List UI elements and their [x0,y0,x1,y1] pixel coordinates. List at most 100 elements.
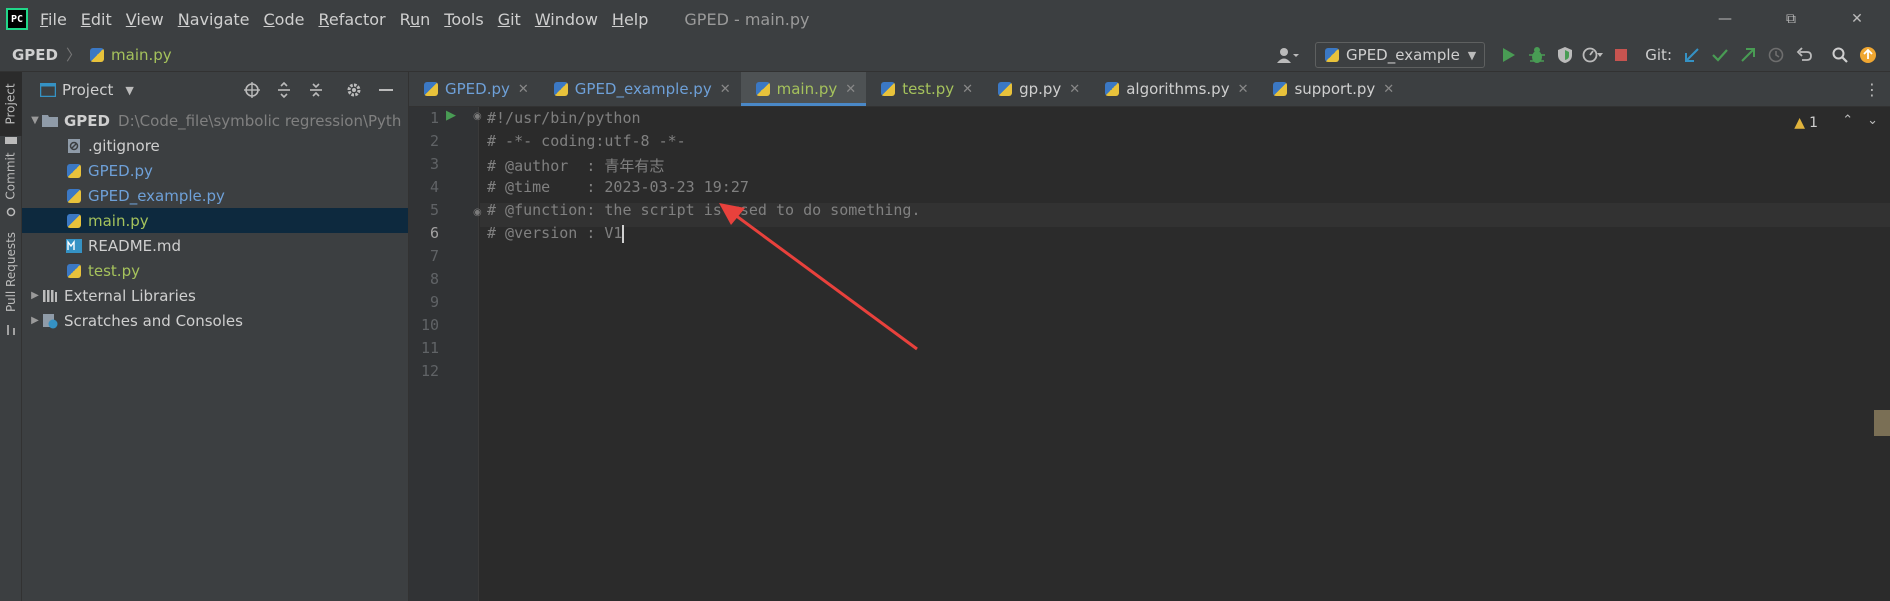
menu-label: dit [90,9,112,29]
editor-tab[interactable]: gp.py ✕ [983,72,1090,106]
window-title: GPED - main.py [684,9,810,29]
menu-label: efactor [328,9,386,29]
menu-item[interactable]: Navigate [178,10,250,29]
left-tool-strip: Project Commit Pull Requests [0,72,22,601]
editor-tab-label: algorithms.py [1126,80,1230,98]
tree-file-item[interactable]: main.py [22,208,408,233]
menu-mnemonic: W [534,9,551,29]
close-tab-icon[interactable]: ✕ [962,82,973,97]
editor-tab[interactable]: support.py ✕ [1258,72,1404,106]
ignore-file-icon [66,138,82,154]
menu-item[interactable]: Refactor [318,10,385,29]
python-file-icon [880,81,896,97]
tree-file-label: GPED.py [88,161,153,180]
toolbar-right: GPED_example ▼ Git: [1271,38,1890,72]
close-tab-icon[interactable]: ✕ [720,82,731,97]
menu-item[interactable]: Help [612,10,648,29]
chevron-right-icon[interactable]: ▶ [28,315,42,326]
tree-file-item[interactable]: .gitignore [22,133,408,158]
editor-tab-label: test.py [902,80,955,98]
minimize-icon[interactable]: — [1692,0,1758,38]
chevron-down-icon[interactable]: ▼ [125,84,133,97]
rollback-icon[interactable] [1790,41,1818,69]
history-clock-icon[interactable] [1762,41,1790,69]
locate-crosshair-icon[interactable] [236,76,268,104]
python-config-icon [1324,47,1340,63]
close-tab-icon[interactable]: ✕ [1069,82,1080,97]
debug-bug-icon[interactable] [1523,41,1551,69]
editor-tab[interactable]: GPED_example.py ✕ [539,72,741,106]
folder-icon [42,113,58,129]
window-controls: — ⧉ ✕ [1692,0,1890,38]
editor-tab-label: gp.py [1019,80,1062,98]
chevron-right-icon[interactable]: ▶ [28,290,42,301]
close-tab-icon[interactable]: ✕ [1238,82,1249,97]
menu-mnemonic: N [177,9,190,29]
close-tab-icon[interactable]: ✕ [845,82,856,97]
tree-scratches-consoles[interactable]: ▶ Scratches and Consoles [22,308,408,333]
git-commit-check-icon[interactable] [1706,41,1734,69]
project-panel-title[interactable]: Project [62,81,113,99]
tree-external-libraries[interactable]: ▶ External Libraries [22,283,408,308]
commit-node-icon [0,206,22,218]
menu-mnemonic: H [611,9,624,29]
editor-tab[interactable]: main.py ✕ [740,72,867,106]
run-icon[interactable] [1495,41,1523,69]
restore-icon[interactable]: ⧉ [1758,0,1824,38]
breadcrumb-root[interactable]: GPED [12,46,58,64]
close-tab-icon[interactable]: ✕ [518,82,529,97]
more-tabs-icon[interactable]: ⋮ [1864,72,1880,107]
tree-file-label: .gitignore [88,136,160,155]
ide-update-icon[interactable] [1854,41,1882,69]
git-update-arrow-icon[interactable] [1678,41,1706,69]
menu-item[interactable]: Code [264,10,305,29]
editor-tab-label: GPED.py [445,80,510,98]
run-configuration-select[interactable]: GPED_example ▼ [1315,42,1486,68]
editor-tab[interactable]: test.py ✕ [866,72,983,106]
tree-file-item[interactable]: test.py [22,258,408,283]
hide-panel-icon[interactable] [370,76,402,104]
tree-file-label: GPED_example.py [88,186,225,205]
menu-item[interactable]: Git [498,10,521,29]
tree-file-item[interactable]: GPED.py [22,158,408,183]
python-file-icon [1272,81,1288,97]
menu-list: File Edit View Navigate Code Refactor Run Tools… [40,10,662,29]
coverage-shield-icon[interactable] [1551,41,1579,69]
menu-item[interactable]: View [126,10,164,29]
tool-tab-pull-requests[interactable]: Pull Requests [0,222,22,322]
git-push-arrow-icon[interactable] [1734,41,1762,69]
expand-all-icon[interactable] [268,76,300,104]
menu-label: indow [550,9,598,29]
breadcrumb-file[interactable]: main.py [89,46,172,64]
python-file-icon [1104,81,1120,97]
tree-file-item[interactable]: GPED_example.py [22,183,408,208]
run-configuration-label: GPED_example [1346,46,1460,64]
editor-tab[interactable]: GPED.py ✕ [409,72,539,106]
close-window-icon[interactable]: ✕ [1824,0,1890,38]
menu-item[interactable]: Window [535,10,598,29]
close-tab-icon[interactable]: ✕ [1383,82,1394,97]
tool-tab-commit[interactable]: Commit [0,148,22,204]
annotation-arrow [719,203,918,351]
tree-root-gped[interactable]: ▼ GPED D:\Code_file\symbolic regression\… [22,108,408,133]
stop-icon[interactable] [1607,41,1635,69]
chevron-down-icon[interactable]: ▼ [28,115,42,126]
menu-item[interactable]: Run [400,10,431,29]
user-account-icon[interactable] [1271,43,1305,67]
menu-item[interactable]: Edit [81,10,112,29]
menu-label: it [510,9,521,29]
tree-file-item[interactable]: README.md [22,233,408,258]
menu-item[interactable]: Tools [444,10,483,29]
profile-gauge-icon[interactable] [1579,41,1607,69]
menu-label: n [420,9,431,29]
tool-tab-commit-label: Commit [4,152,19,200]
tool-tab-project[interactable]: Project [0,72,22,136]
scratches-label: Scratches and Consoles [64,311,243,330]
code-editor[interactable]: 1 2 3 4 5 6 7 8 9 10 11 12 ▶ ◉ ◉ #!/usr/bin/python #… [409,107,1890,601]
menu-item[interactable]: File [40,10,67,29]
collapse-all-icon[interactable] [300,76,332,104]
search-icon[interactable] [1826,41,1854,69]
editor-tab[interactable]: algorithms.py ✕ [1090,72,1258,106]
gear-icon[interactable] [338,76,370,104]
tree-file-label: README.md [88,236,182,255]
